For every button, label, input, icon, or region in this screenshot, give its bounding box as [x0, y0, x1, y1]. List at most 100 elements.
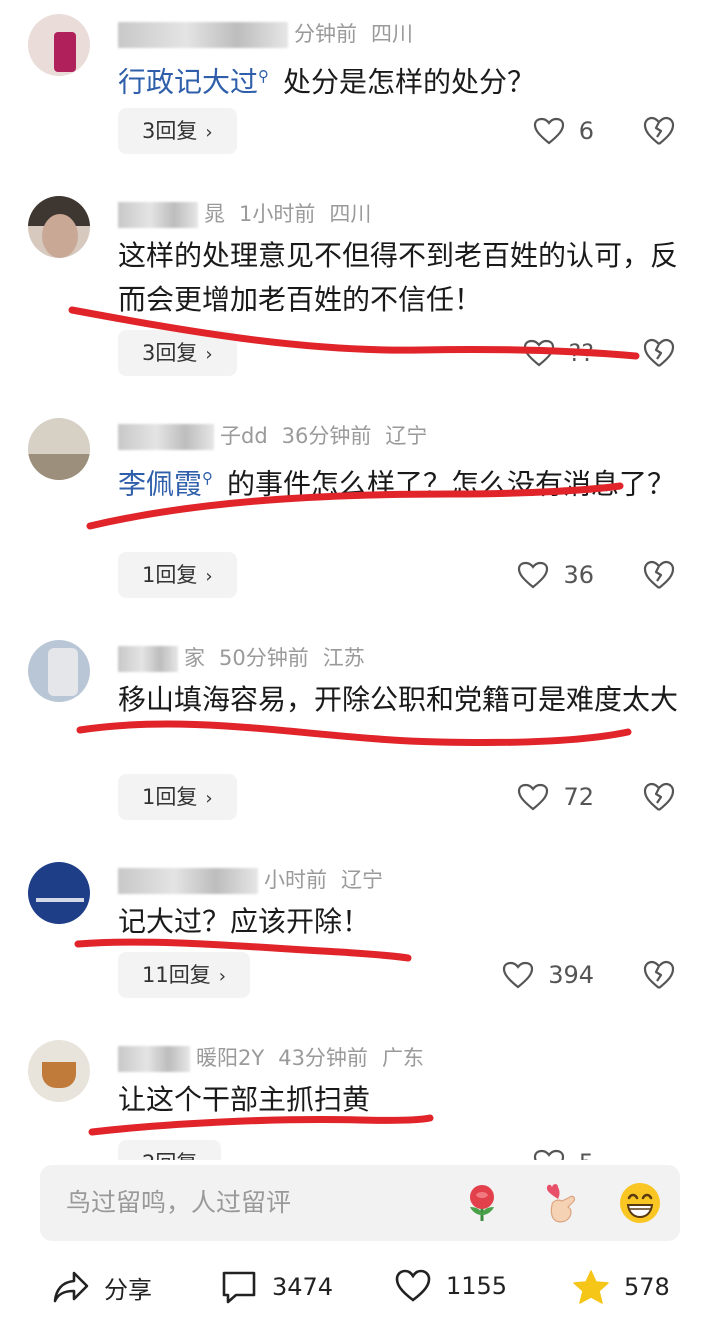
comment-text: 移山填海容易，开除公职和党籍可是难度太大 — [118, 678, 678, 722]
comment-time: 43分钟前 — [278, 1046, 368, 1070]
heart-icon — [523, 339, 554, 367]
avatar[interactable] — [28, 640, 90, 702]
broken-heart-icon[interactable] — [642, 336, 676, 370]
replies-count: 1回复 — [142, 563, 198, 587]
blurred-username — [118, 1046, 190, 1072]
heart-icon — [533, 117, 564, 145]
star-count: 578 — [624, 1273, 670, 1301]
broken-heart-icon[interactable] — [642, 114, 676, 148]
broken-heart-icon[interactable] — [642, 958, 676, 992]
comment-meta: 分钟前 四川 — [118, 18, 427, 48]
comment-region: 辽宁 — [341, 868, 383, 892]
replies-button[interactable]: 3回复 › — [118, 330, 237, 376]
comment-time: 36分钟前 — [281, 424, 372, 448]
finger-heart-emoji-icon[interactable] — [538, 1181, 582, 1225]
comments-button[interactable]: 3474 — [220, 1269, 333, 1305]
comment-input-placeholder: 鸟过留鸣，人过留评 — [66, 1188, 292, 1217]
share-icon — [53, 1271, 89, 1303]
comment-region: 四川 — [329, 202, 372, 226]
blurred-username — [118, 22, 288, 48]
heart-icon — [395, 1269, 431, 1302]
chevron-right-icon: › — [205, 344, 213, 365]
favorite-button[interactable]: 578 — [572, 1269, 670, 1305]
heart-icon — [518, 783, 549, 811]
comment-body: 让这个干部主抓扫黄 — [118, 1083, 371, 1116]
comment-text: 李佩霞⚲ 的事件怎么样了？怎么没有消息了？ — [118, 456, 678, 506]
comment-body: 移山填海容易，开除公职和党籍可是难度太大 — [118, 683, 679, 716]
comment-text: 让这个干部主抓扫黄 — [118, 1078, 678, 1122]
keyword-link[interactable]: 李佩霞 — [118, 467, 202, 500]
blurred-username — [118, 868, 258, 894]
comment-body: 这样的处理意见不但得不到老百姓的认可，反而会更增加老百姓的不信任！ — [118, 239, 679, 316]
comment-meta: 家 50分钟前 江苏 — [118, 642, 379, 672]
like-button[interactable]: ?? — [523, 330, 594, 376]
chevron-right-icon: › — [218, 966, 226, 987]
comment-body: 记大过？应该开除！ — [118, 905, 371, 938]
share-label: 分享 — [104, 1275, 152, 1304]
replies-button[interactable]: 11回复 › — [118, 952, 250, 998]
bottom-action-bar: 分享 3474 1155 578 — [0, 1255, 720, 1323]
username: 晁 — [204, 202, 225, 226]
replies-count: 1回复 — [142, 785, 198, 809]
like-button[interactable]: 6 — [533, 108, 594, 154]
comment-time: 50分钟前 — [219, 646, 309, 670]
like-button[interactable]: 72 — [517, 774, 594, 820]
rose-emoji-icon[interactable] — [460, 1181, 504, 1225]
replies-button[interactable]: 3回复 › — [118, 108, 237, 154]
replies-button[interactable]: 1回复 › — [118, 774, 237, 820]
replies-count: 11回复 — [142, 963, 211, 987]
replies-count: 2回复 — [142, 1151, 197, 1160]
blurred-username — [118, 202, 198, 228]
avatar[interactable] — [28, 862, 90, 924]
comment-time: 1小时前 — [239, 202, 316, 226]
broken-heart-icon[interactable] — [642, 780, 676, 814]
like-count: 5 — [579, 1149, 594, 1160]
comment-text: 记大过？应该开除！ — [118, 900, 678, 944]
blurred-username — [118, 424, 214, 450]
comment-body: 处分是怎样的处分？ — [283, 65, 536, 99]
avatar[interactable] — [28, 1040, 90, 1102]
replies-count: 3回复 — [142, 341, 198, 365]
comment-input[interactable]: 鸟过留鸣，人过留评 — [40, 1165, 680, 1241]
search-icon: ⚲ — [258, 67, 270, 85]
username: 家 — [184, 646, 205, 670]
replies-button[interactable]: 1回复 › — [118, 552, 237, 598]
like-count: 72 — [563, 783, 594, 811]
comment-meta: 子dd 36分钟前 辽宁 — [118, 420, 441, 450]
like-count: 6 — [578, 117, 594, 145]
like-count: 394 — [548, 961, 594, 989]
grin-emoji-icon[interactable] — [618, 1181, 662, 1225]
avatar[interactable] — [28, 14, 90, 76]
comment-text: 行政记大过⚲ 处分是怎样的处分？ — [118, 54, 678, 104]
like-button[interactable]: 394 — [502, 952, 594, 998]
username: 暖阳2Y — [196, 1046, 265, 1070]
comment-time: 小时前 — [264, 868, 327, 892]
heart-icon — [503, 961, 534, 989]
broken-heart-icon[interactable] — [642, 558, 676, 592]
like-button[interactable]: 36 — [517, 552, 594, 598]
comment-meta: 晁 1小时前 四川 — [118, 198, 385, 228]
comment-time: 分钟前 — [294, 22, 357, 46]
red-underline — [76, 720, 632, 746]
replies-button[interactable]: 2回复 — [118, 1140, 222, 1160]
chevron-right-icon: › — [205, 566, 213, 587]
chevron-right-icon: › — [205, 788, 213, 809]
heart-icon — [518, 561, 549, 589]
keyword-link[interactable]: 行政记大过 — [118, 65, 258, 98]
like-button[interactable]: 5 — [533, 1140, 594, 1160]
username: 子dd — [220, 424, 268, 448]
avatar[interactable] — [28, 418, 90, 480]
like-count: 36 — [563, 561, 594, 589]
comment-count: 3474 — [272, 1273, 334, 1301]
share-button[interactable]: 分享 — [52, 1269, 152, 1305]
replies-count: 3回复 — [142, 119, 198, 143]
comment-region: 辽宁 — [385, 424, 428, 448]
like-post-button[interactable]: 1155 — [394, 1269, 507, 1303]
heart-icon — [533, 1149, 564, 1160]
comment-region: 江苏 — [322, 646, 365, 670]
avatar[interactable] — [28, 196, 90, 258]
chevron-right-icon: › — [205, 122, 213, 143]
comment-meta: 暖阳2Y 43分钟前 广东 — [118, 1042, 438, 1072]
star-icon — [573, 1270, 609, 1304]
like-count: 1155 — [446, 1272, 508, 1300]
